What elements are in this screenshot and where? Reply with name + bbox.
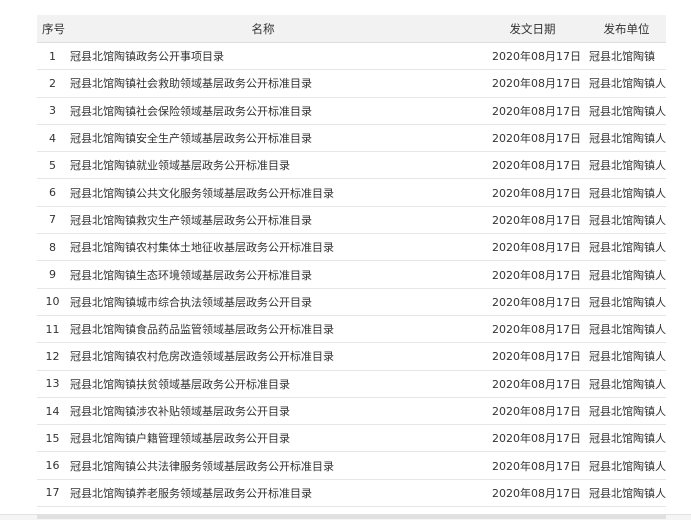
row-date: 2020年08月17日 — [458, 370, 587, 398]
row-index: 4 — [37, 124, 68, 153]
row-unit: 冠县北馆陶镇人民政府 — [587, 151, 666, 180]
table-body: 1 冠县北馆陶镇政务公开事项目录 2020年08月17日 冠县北馆陶镇 2 冠县北馆陶镇社… — [37, 42, 666, 508]
row-title-link[interactable]: 冠县北馆陶镇农村危房改造领域基层政务公开标准目录 — [68, 342, 458, 371]
table-header-row: 序号 名称 发文日期 发布单位 — [37, 15, 666, 43]
table-row: 16 冠县北馆陶镇公共法律服务领域基层政务公开标准目录 2020年08月17日 冠县北… — [37, 451, 666, 480]
row-title-link[interactable]: 冠县北馆陶镇就业领域基层政务公开标准目录 — [68, 151, 458, 180]
row-index: 16 — [37, 451, 68, 480]
row-unit: 冠县北馆陶镇人民政府 — [587, 424, 666, 453]
row-index: 13 — [37, 370, 68, 398]
row-date: 2020年08月17日 — [458, 124, 587, 153]
row-date: 2020年08月17日 — [458, 233, 587, 262]
table-row: 11 冠县北馆陶镇食品药品监管领域基层政务公开标准目录 2020年08月17日 冠县北… — [37, 315, 666, 344]
row-date: 2020年08月17日 — [458, 342, 587, 371]
table-row: 7 冠县北馆陶镇救灾生产领域基层政务公开标准目录 2020年08月17日 冠县北馆陶镇… — [37, 206, 666, 235]
table-row: 8 冠县北馆陶镇农村集体土地征收基层政务公开标准目录 2020年08月17日 冠县北馆… — [37, 233, 666, 262]
row-title-link[interactable]: 冠县北馆陶镇政务公开事项目录 — [68, 42, 458, 71]
row-unit: 冠县北馆陶镇人民政府 — [587, 288, 666, 316]
row-date: 2020年08月17日 — [458, 451, 587, 480]
row-unit: 冠县北馆陶镇人民政府 — [587, 69, 666, 98]
row-unit: 冠县北馆陶镇人民政府 — [587, 370, 666, 398]
row-unit: 冠县北馆陶镇人民政府 — [587, 397, 666, 426]
row-date: 2020年08月17日 — [458, 178, 587, 207]
row-date: 2020年08月17日 — [458, 397, 587, 426]
row-unit: 冠县北馆陶镇人民政府 — [587, 124, 666, 153]
table-row: 3 冠县北馆陶镇社会保险领域基层政务公开标准目录 2020年08月17日 冠县北馆陶镇… — [37, 97, 666, 125]
row-date: 2020年08月17日 — [458, 288, 587, 316]
row-unit: 冠县北馆陶镇人民政府 — [587, 206, 666, 235]
row-title-link[interactable]: 冠县北馆陶镇扶贫领域基层政务公开标准目录 — [68, 370, 458, 398]
row-title-link[interactable]: 冠县北馆陶镇养老服务领域基层政务公开标准目录 — [68, 479, 458, 508]
table-row: 6 冠县北馆陶镇公共文化服务领域基层政务公开标准目录 2020年08月17日 冠县北馆… — [37, 178, 666, 207]
table-row: 9 冠县北馆陶镇生态环境领域基层政务公开标准目录 2020年08月17日 冠县北馆陶镇… — [37, 260, 666, 289]
row-unit: 冠县北馆陶镇人民政府 — [587, 178, 666, 207]
document-list-table-wrapper: 序号 名称 发文日期 发布单位 1 冠县北馆陶镇政务公开事项目录 2020年08月1… — [37, 15, 666, 508]
row-index: 6 — [37, 178, 68, 207]
row-index: 11 — [37, 315, 68, 344]
row-index: 17 — [37, 479, 68, 508]
table-header: 序号 名称 发文日期 发布单位 — [37, 15, 666, 43]
row-unit: 冠县北馆陶镇人民政府 — [587, 97, 666, 125]
table-row: 12 冠县北馆陶镇农村危房改造领域基层政务公开标准目录 2020年08月17日 冠县北… — [37, 342, 666, 371]
row-title-link[interactable]: 冠县北馆陶镇涉农补贴领域基层政务公开目录 — [68, 397, 458, 426]
row-title-link[interactable]: 冠县北馆陶镇安全生产领域基层政务公开标准目录 — [68, 124, 458, 153]
row-title-link[interactable]: 冠县北馆陶镇户籍管理领域基层政务公开目录 — [68, 424, 458, 453]
row-title-link[interactable]: 冠县北馆陶镇公共文化服务领域基层政务公开标准目录 — [68, 178, 458, 207]
row-unit: 冠县北馆陶镇人民政府 — [587, 342, 666, 371]
header-date: 发文日期 — [458, 15, 587, 43]
table-row: 2 冠县北馆陶镇社会救助领域基层政务公开标准目录 2020年08月17日 冠县北馆陶镇… — [37, 69, 666, 98]
row-title-link[interactable]: 冠县北馆陶镇城市综合执法领域基层政务公开目录 — [68, 288, 458, 316]
row-unit: 冠县北馆陶镇人民政府 — [587, 451, 666, 480]
row-date: 2020年08月17日 — [458, 151, 587, 180]
row-date: 2020年08月17日 — [458, 260, 587, 289]
row-index: 9 — [37, 260, 68, 289]
row-index: 7 — [37, 206, 68, 235]
row-unit: 冠县北馆陶镇人民政府 — [587, 260, 666, 289]
row-index: 14 — [37, 397, 68, 426]
document-list-table: 序号 名称 发文日期 发布单位 1 冠县北馆陶镇政务公开事项目录 2020年08月1… — [37, 15, 666, 508]
row-date: 2020年08月17日 — [458, 42, 587, 71]
table-row: 15 冠县北馆陶镇户籍管理领域基层政务公开目录 2020年08月17日 冠县北馆陶镇人… — [37, 424, 666, 453]
row-unit: 冠县北馆陶镇人民政府 — [587, 479, 666, 508]
row-date: 2020年08月17日 — [458, 97, 587, 125]
row-index: 8 — [37, 233, 68, 262]
row-index: 15 — [37, 424, 68, 453]
row-index: 3 — [37, 97, 68, 125]
row-index: 12 — [37, 342, 68, 371]
table-row: 4 冠县北馆陶镇安全生产领域基层政务公开标准目录 2020年08月17日 冠县北馆陶镇… — [37, 124, 666, 153]
horizontal-scrollbar-thumb[interactable] — [37, 515, 666, 519]
row-index: 2 — [37, 69, 68, 98]
row-date: 2020年08月17日 — [458, 69, 587, 98]
row-title-link[interactable]: 冠县北馆陶镇社会救助领域基层政务公开标准目录 — [68, 69, 458, 98]
row-unit: 冠县北馆陶镇人民政府 — [587, 315, 666, 344]
header-unit: 发布单位 — [587, 15, 666, 43]
row-title-link[interactable]: 冠县北馆陶镇农村集体土地征收基层政务公开标准目录 — [68, 233, 458, 262]
row-index: 1 — [37, 42, 68, 71]
table-row: 17 冠县北馆陶镇养老服务领域基层政务公开标准目录 2020年08月17日 冠县北馆陶… — [37, 479, 666, 508]
row-date: 2020年08月17日 — [458, 206, 587, 235]
row-title-link[interactable]: 冠县北馆陶镇救灾生产领域基层政务公开标准目录 — [68, 206, 458, 235]
row-index: 5 — [37, 151, 68, 180]
row-unit: 冠县北馆陶镇 — [587, 42, 666, 71]
table-row: 13 冠县北馆陶镇扶贫领域基层政务公开标准目录 2020年08月17日 冠县北馆陶镇人… — [37, 370, 666, 398]
header-index: 序号 — [37, 15, 68, 43]
table-row: 10 冠县北馆陶镇城市综合执法领域基层政务公开目录 2020年08月17日 冠县北馆陶… — [37, 288, 666, 316]
row-date: 2020年08月17日 — [458, 315, 587, 344]
row-title-link[interactable]: 冠县北馆陶镇生态环境领域基层政务公开标准目录 — [68, 260, 458, 289]
table-row: 1 冠县北馆陶镇政务公开事项目录 2020年08月17日 冠县北馆陶镇 — [37, 42, 666, 71]
row-title-link[interactable]: 冠县北馆陶镇食品药品监管领域基层政务公开标准目录 — [68, 315, 458, 344]
row-date: 2020年08月17日 — [458, 479, 587, 508]
table-row: 5冠县北馆陶镇就业领域基层政务公开标准目录2020年08月17日冠县北馆陶镇人民… — [37, 151, 666, 180]
row-date: 2020年08月17日 — [458, 424, 587, 453]
row-index: 10 — [37, 288, 68, 316]
row-unit: 冠县北馆陶镇人民政府 — [587, 233, 666, 262]
row-title-link[interactable]: 冠县北馆陶镇公共法律服务领域基层政务公开标准目录 — [68, 451, 458, 480]
row-title-link[interactable]: 冠县北馆陶镇社会保险领域基层政务公开标准目录 — [68, 97, 458, 125]
header-name: 名称 — [68, 15, 458, 43]
table-row: 14 冠县北馆陶镇涉农补贴领域基层政务公开目录 2020年08月17日 冠县北馆陶镇人… — [37, 397, 666, 426]
